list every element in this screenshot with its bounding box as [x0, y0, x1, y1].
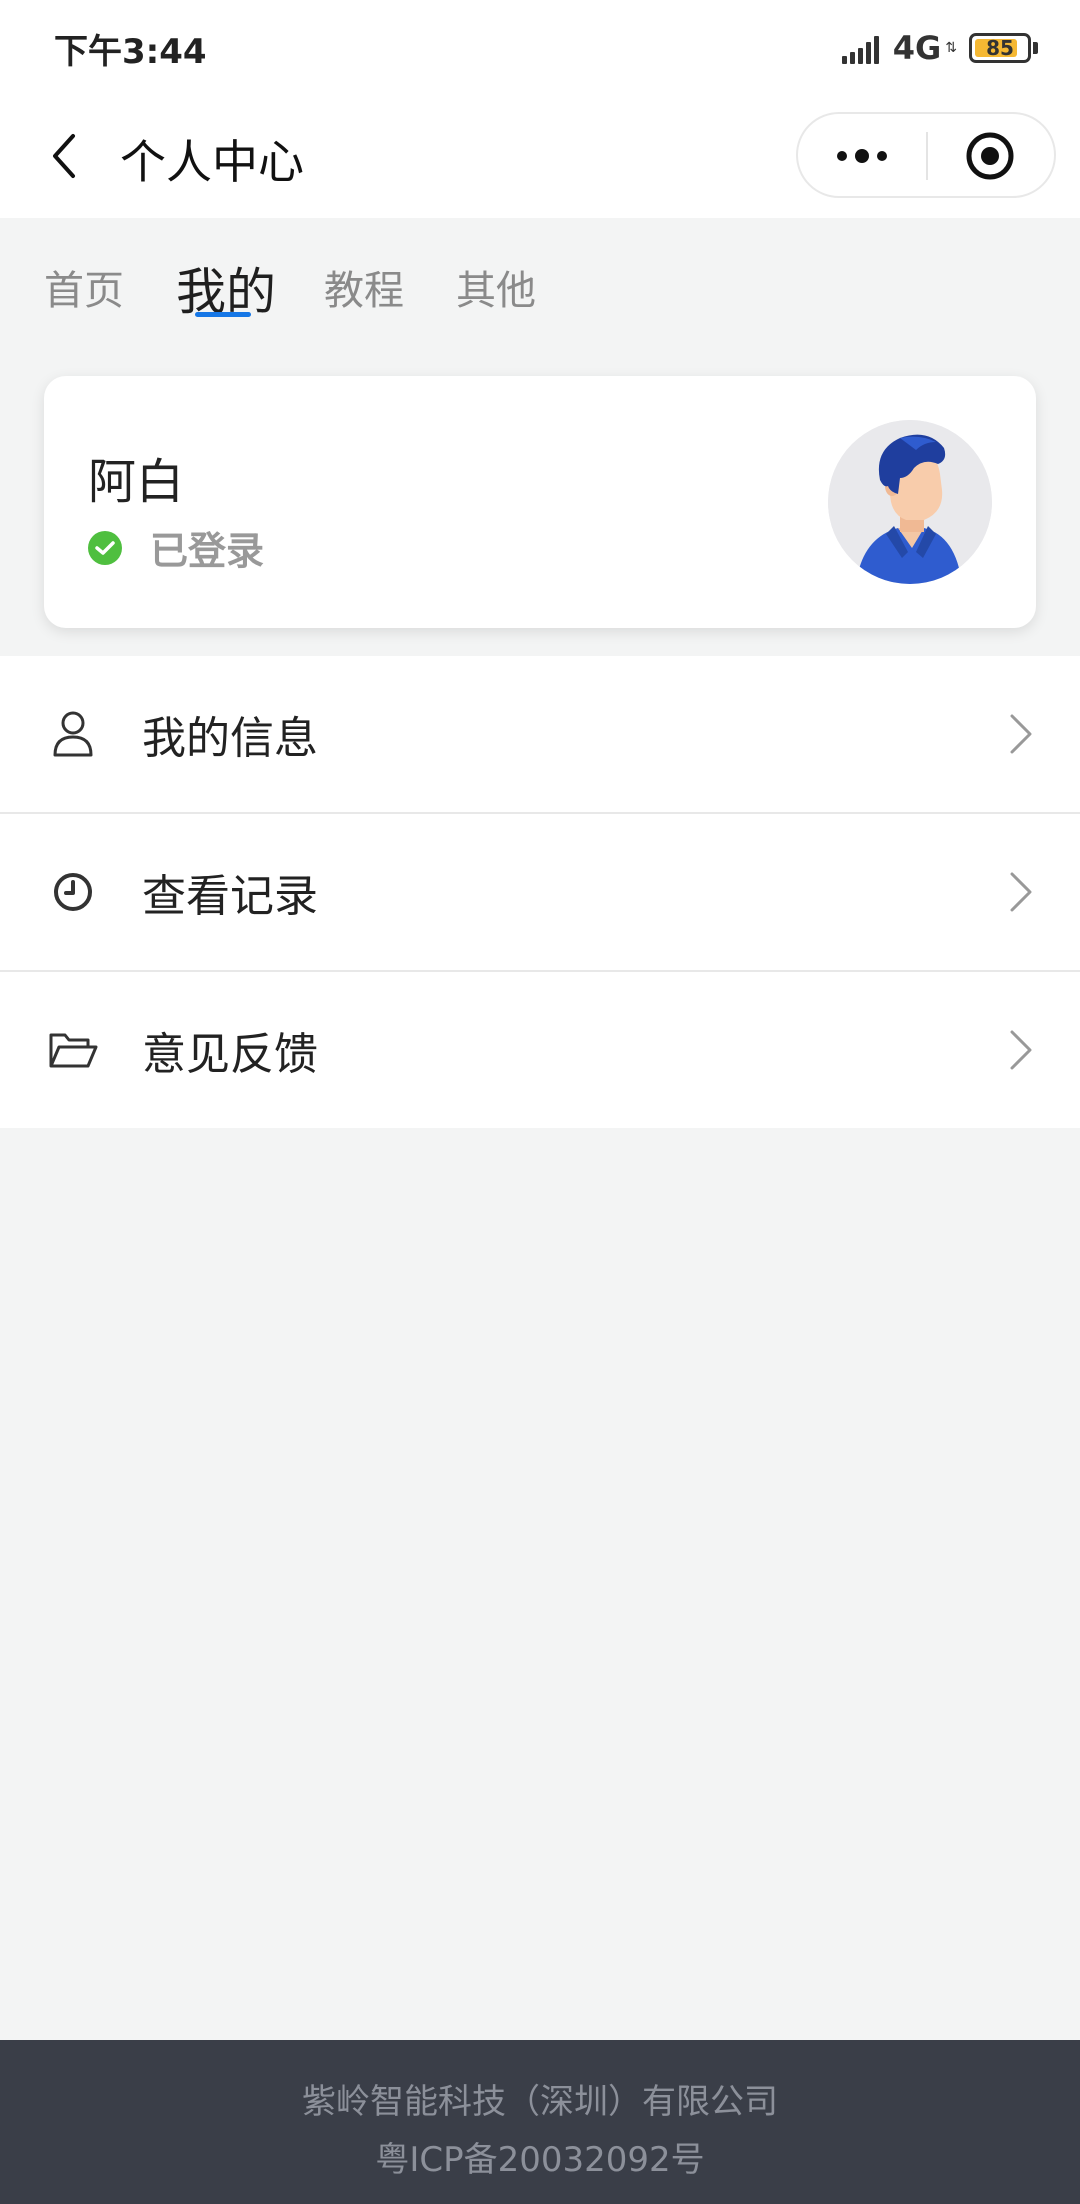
folder-open-icon: [48, 1025, 98, 1075]
chevron-right-icon: [1010, 714, 1032, 754]
tab-bar: 首页 我的 教程 其他: [0, 218, 1080, 338]
back-button[interactable]: [36, 124, 92, 188]
menu-label: 意见反馈: [142, 1029, 318, 1080]
status-time: 下午3:44: [54, 32, 207, 72]
user-avatar-image: [828, 420, 992, 584]
check-circle-icon: [88, 530, 122, 565]
mini-program-capsule: [796, 112, 1056, 198]
footer: 紫岭智能科技（深圳）有限公司 粤ICP备20032092号: [0, 2040, 1080, 2204]
login-status: 已登录: [88, 520, 264, 575]
user-icon: [48, 709, 98, 759]
chevron-right-icon: [1010, 872, 1032, 912]
signal-icon: [839, 32, 879, 64]
menu-list: 我的信息 查看记录 意见反馈: [0, 656, 1080, 1128]
close-miniprogram-button[interactable]: [926, 114, 1054, 198]
status-indicators: 4G ⇅ 85: [839, 26, 1038, 70]
tab-other[interactable]: 其他: [456, 258, 536, 316]
chevron-left-icon: [53, 134, 75, 178]
profile-name: 阿白: [88, 454, 185, 510]
more-button[interactable]: [798, 114, 926, 198]
menu-item-view-history[interactable]: 查看记录: [0, 814, 1080, 972]
battery-icon: 85: [969, 33, 1031, 63]
footer-company: 紫岭智能科技（深圳）有限公司: [302, 2082, 778, 2122]
more-dots-icon: [837, 149, 887, 163]
battery-level: 85: [986, 36, 1014, 60]
status-bar: 下午3:44 4G ⇅ 85: [0, 0, 1080, 96]
menu-item-my-info[interactable]: 我的信息: [0, 656, 1080, 814]
data-arrows-icon: ⇅: [945, 40, 957, 56]
avatar[interactable]: [828, 420, 992, 584]
nav-bar: 个人中心: [0, 96, 1080, 218]
target-icon: [966, 132, 1014, 180]
menu-label: 我的信息: [142, 713, 318, 764]
chevron-right-icon: [1010, 1030, 1032, 1070]
active-tab-indicator: [195, 312, 251, 317]
menu-label: 查看记录: [142, 871, 318, 922]
tab-tutorial[interactable]: 教程: [324, 258, 404, 316]
network-type: 4G: [892, 29, 942, 67]
login-status-text: 已登录: [150, 529, 265, 573]
profile-card[interactable]: 阿白 已登录: [44, 376, 1036, 628]
clock-icon: [48, 867, 98, 917]
footer-icp[interactable]: 粤ICP备20032092号: [0, 2132, 1080, 2181]
tab-home[interactable]: 首页: [44, 258, 124, 316]
page-title: 个人中心: [120, 135, 304, 189]
menu-item-feedback[interactable]: 意见反馈: [0, 972, 1080, 1128]
battery-cap: [1033, 42, 1038, 54]
